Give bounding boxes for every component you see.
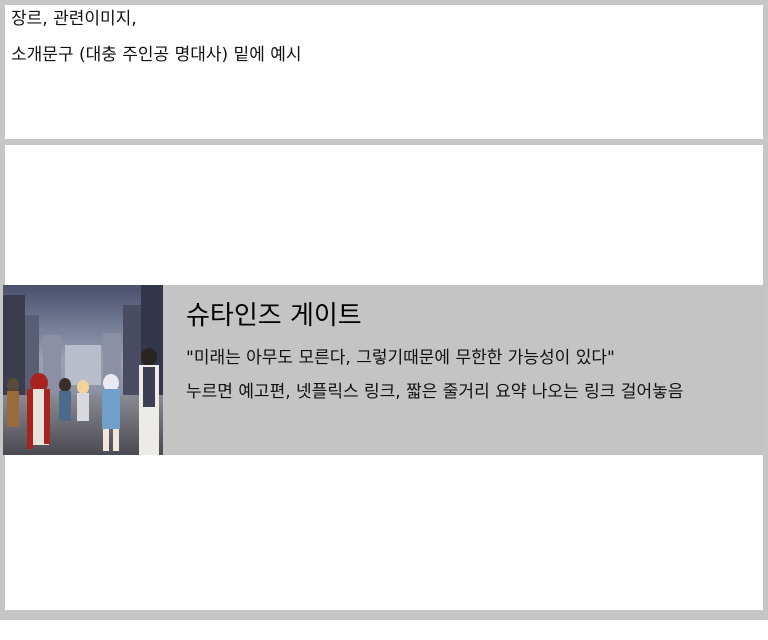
anime-card[interactable]: 슈타인즈 게이트 "미래는 아무도 모른다, 그렇기때문에 무한한 가능성이 있… (3, 285, 766, 455)
anime-cover-image[interactable] (3, 285, 163, 455)
section-divider (5, 141, 763, 145)
intro-box: 장르, 관련이미지, 소개문구 (대충 주인공 명대사) 밑에 예시 (5, 5, 763, 141)
intro-line-description: 소개문구 (대충 주인공 명대사) 밑에 예시 (11, 45, 302, 65)
anime-title[interactable]: 슈타인즈 게이트 (186, 299, 362, 333)
page-bottom-border (0, 610, 768, 615)
anime-description: 누르면 예고편, 넷플릭스 링크, 짧은 줄거리 요약 나오는 링크 걸어놓음 (186, 382, 684, 402)
intro-line-genre: 장르, 관련이미지, (11, 9, 137, 29)
anime-quote: "미래는 아무도 모른다, 그렇기때문에 무한한 가능성이 있다" (186, 348, 615, 368)
